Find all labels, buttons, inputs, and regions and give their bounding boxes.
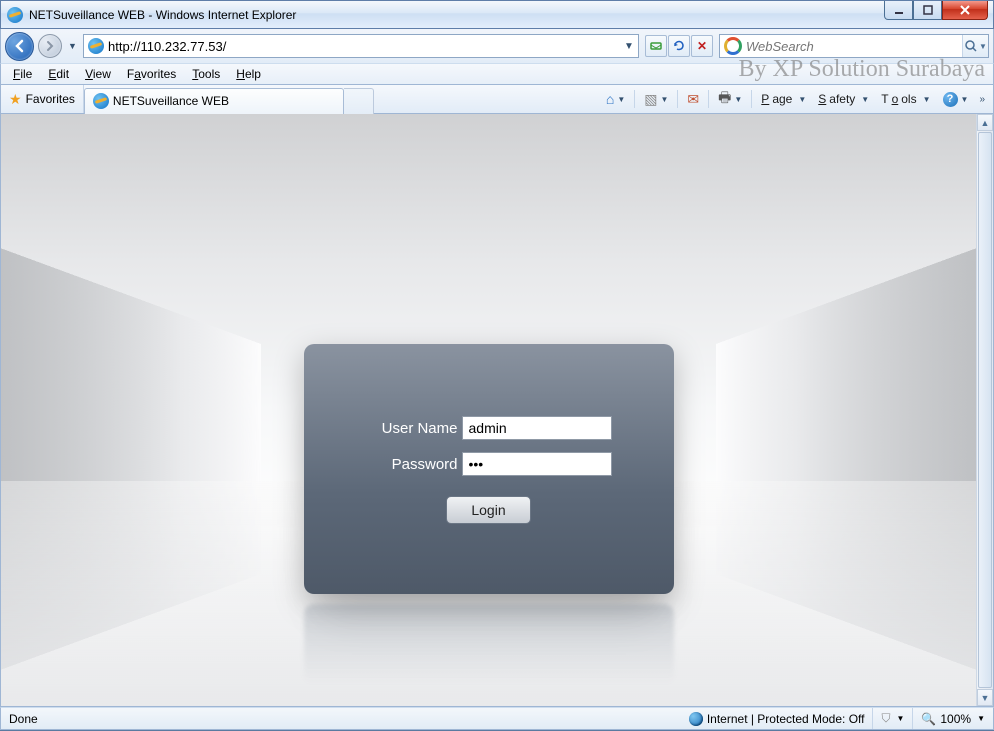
safety-menu[interactable]: Safety▼ <box>813 90 874 108</box>
arrow-right-icon <box>44 40 56 52</box>
help-button[interactable]: ?▼ <box>938 90 974 109</box>
stop-icon: ✕ <box>697 39 707 53</box>
menu-tools[interactable]: Tools <box>184 65 228 83</box>
address-dropdown[interactable]: ▼ <box>620 41 638 52</box>
window-titlebar: NETSuveillance WEB - Windows Internet Ex… <box>0 0 994 29</box>
favorites-button[interactable]: ★ Favorites <box>1 85 84 113</box>
menu-favorites[interactable]: Favorites <box>119 65 184 83</box>
page-icon <box>88 38 104 54</box>
status-bar: Done Internet | Protected Mode: Off ⛉▼ 🔍… <box>0 707 994 730</box>
overflow-chevron[interactable]: » <box>975 94 989 105</box>
close-button[interactable] <box>942 1 988 20</box>
tab-title: NETSuveillance WEB <box>113 94 229 108</box>
menu-bar: File Edit View Favorites Tools Help By X… <box>0 63 994 85</box>
read-mail-button[interactable]: ✉ <box>682 89 704 110</box>
help-icon: ? <box>943 92 958 107</box>
command-bar: ★ Favorites NETSuveillance WEB ⌂▼ ▧▼ ✉ 🖶… <box>0 85 994 114</box>
login-button[interactable]: Login <box>446 496 530 524</box>
forward-button[interactable] <box>38 34 62 58</box>
zoom-icon: 🔍 <box>921 712 936 726</box>
vertical-scrollbar[interactable]: ▲ ▼ <box>976 114 993 706</box>
window-title: NETSuveillance WEB - Windows Internet Ex… <box>29 8 296 22</box>
compat-icon <box>649 39 663 53</box>
feeds-button[interactable]: ▧▼ <box>639 89 673 110</box>
zoom-control[interactable]: 🔍 100% ▼ <box>913 708 993 729</box>
browser-tab[interactable]: NETSuveillance WEB <box>84 88 344 114</box>
search-bar: ▼ <box>719 34 989 58</box>
search-input[interactable] <box>746 39 962 54</box>
new-tab-button[interactable] <box>344 88 374 114</box>
home-icon: ⌂ <box>606 91 614 107</box>
address-bar: ▼ <box>83 34 639 58</box>
password-label: Password <box>366 456 458 473</box>
menu-file[interactable]: File <box>5 65 40 83</box>
username-input[interactable] <box>462 416 612 440</box>
refresh-button[interactable] <box>668 35 690 57</box>
shield-icon: ⛉ <box>881 711 890 726</box>
menu-edit[interactable]: Edit <box>40 65 77 83</box>
refresh-icon <box>672 39 686 53</box>
tab-icon <box>93 93 109 109</box>
globe-icon <box>689 712 703 726</box>
content-area: User Name Password Login ▲ ▼ <box>0 114 994 707</box>
print-button[interactable]: 🖶▼ <box>713 85 747 113</box>
status-text: Done <box>1 708 46 729</box>
protected-mode-toggle[interactable]: ⛉▼ <box>873 708 913 729</box>
stop-button[interactable]: ✕ <box>691 35 713 57</box>
mail-icon: ✉ <box>687 91 699 108</box>
page-menu[interactable]: Page▼ <box>756 90 811 108</box>
login-panel: User Name Password Login <box>304 344 674 594</box>
favorites-label: Favorites <box>26 92 75 106</box>
arrow-left-icon <box>13 39 27 53</box>
address-input[interactable] <box>108 39 620 54</box>
home-button[interactable]: ⌂▼ <box>601 89 630 109</box>
scroll-up-button[interactable]: ▲ <box>977 114 993 131</box>
security-zone[interactable]: Internet | Protected Mode: Off <box>681 708 874 729</box>
scroll-down-button[interactable]: ▼ <box>977 689 993 706</box>
menu-help[interactable]: Help <box>228 65 269 83</box>
tools-menu[interactable]: Tools▼ <box>876 90 935 108</box>
password-input[interactable] <box>462 452 612 476</box>
search-button[interactable]: ▼ <box>962 35 988 57</box>
search-provider-icon <box>724 37 742 55</box>
menu-view[interactable]: View <box>77 65 119 83</box>
magnifier-icon <box>964 39 978 53</box>
navigation-bar: ▼ ▼ ✕ ▼ <box>0 29 994 63</box>
zoom-value: 100% <box>940 712 971 726</box>
rss-icon: ▧ <box>644 91 657 108</box>
nav-history-dropdown[interactable]: ▼ <box>66 41 79 51</box>
maximize-button[interactable] <box>913 1 942 20</box>
back-button[interactable] <box>5 32 34 61</box>
zone-label: Internet | Protected Mode: Off <box>707 712 865 726</box>
ie-icon <box>7 7 23 23</box>
star-icon: ★ <box>9 91 22 108</box>
printer-icon: 🖶 <box>718 87 731 111</box>
compat-view-button[interactable] <box>645 35 667 57</box>
minimize-button[interactable] <box>884 1 913 20</box>
username-label: User Name <box>366 420 458 437</box>
scroll-thumb[interactable] <box>978 132 992 688</box>
